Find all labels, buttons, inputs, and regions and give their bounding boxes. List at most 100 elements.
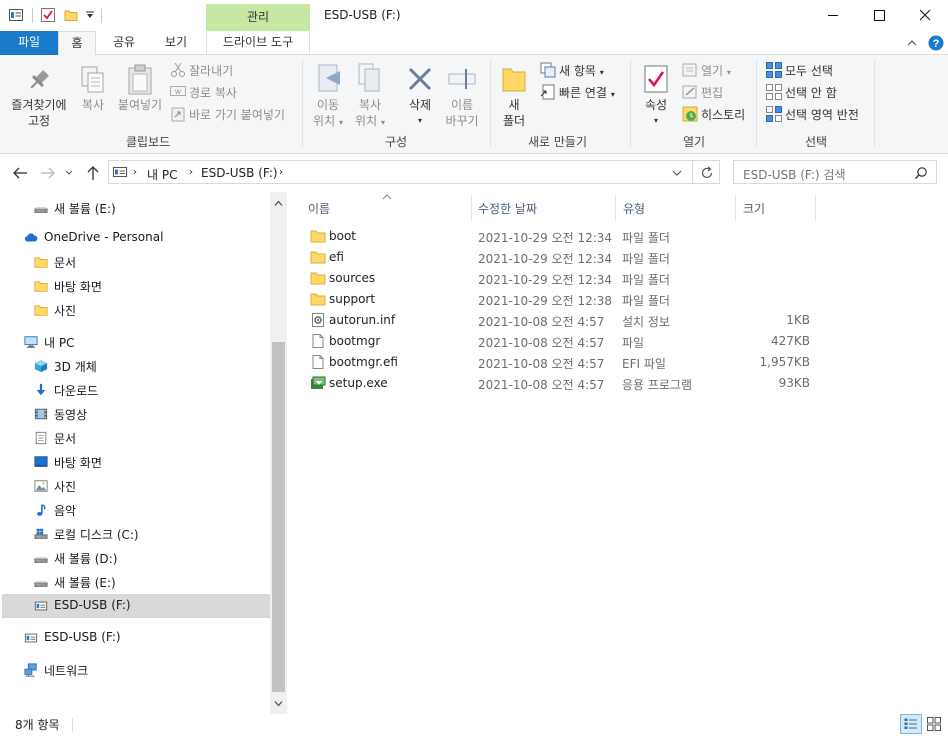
copy-to-button[interactable]: 복사 위치 ▾	[350, 97, 390, 131]
edit-button[interactable]: 편집	[701, 84, 723, 101]
tab-share[interactable]: 공유	[104, 31, 144, 55]
up-arrow-icon[interactable]	[86, 165, 100, 181]
properties-icon[interactable]	[9, 8, 23, 22]
open-button[interactable]: 열기 ▾	[701, 62, 731, 79]
history-icon	[682, 106, 698, 122]
nav-item[interactable]: 새 볼륨 (E:)	[2, 570, 270, 594]
column-divider[interactable]	[815, 196, 816, 220]
file-row[interactable]: bootmgr 2021-10-08 오전 4:57 파일 427KB	[305, 331, 815, 352]
nav-item[interactable]: 3D 개체	[2, 354, 270, 378]
scrollbar-thumb[interactable]	[272, 342, 285, 692]
move-label-line2: 위치 ▾	[313, 114, 343, 128]
dropdown-icon[interactable]	[85, 10, 95, 20]
refresh-button[interactable]	[692, 160, 720, 184]
nav-item[interactable]: 다운로드	[2, 378, 270, 402]
nav-item[interactable]: 사진	[2, 298, 270, 322]
nav-item[interactable]: ESD-USB (F:)	[2, 594, 270, 618]
tab-drive-tools[interactable]: 드라이브 도구	[206, 31, 310, 55]
tab-manage[interactable]: 관리	[206, 4, 310, 31]
nav-item[interactable]: ESD-USB (F:)	[2, 626, 270, 650]
details-view-button[interactable]	[900, 714, 922, 734]
file-row[interactable]: support 2021-10-29 오전 12:38 파일 폴더	[305, 289, 815, 310]
select-none-button[interactable]: 선택 안 함	[785, 84, 837, 101]
column-header-name[interactable]: 이름	[308, 200, 330, 217]
forward-arrow-icon[interactable]	[40, 166, 56, 180]
nav-scrollbar[interactable]	[270, 192, 287, 714]
nav-item[interactable]: OneDrive - Personal	[2, 226, 270, 250]
nav-item[interactable]: 바탕 화면	[2, 274, 270, 298]
file-row[interactable]: efi 2021-10-29 오전 12:34 파일 폴더	[305, 247, 815, 268]
chevron-down-icon[interactable]	[671, 168, 683, 178]
maximize-button[interactable]	[856, 0, 902, 31]
pin-icon	[30, 70, 49, 89]
delete-button[interactable]: 삭제 ▾	[402, 97, 438, 129]
nav-item[interactable]: 로컬 디스크 (C:)	[2, 522, 270, 546]
breadcrumb-this-pc[interactable]: 내 PC	[147, 166, 177, 183]
nav-item[interactable]: 바탕 화면	[2, 450, 270, 474]
large-icons-view-button[interactable]	[924, 714, 944, 734]
help-icon[interactable]: ?	[928, 35, 944, 51]
recent-locations-icon[interactable]	[64, 168, 74, 178]
tab-home[interactable]: 홈	[58, 31, 96, 56]
file-row[interactable]: setup.exe 2021-10-08 오전 4:57 응용 프로그램 93KB	[305, 373, 815, 394]
nav-item[interactable]: 새 볼륨 (E:)	[2, 196, 270, 220]
column-divider[interactable]	[735, 196, 736, 220]
scroll-down-icon[interactable]	[274, 700, 283, 707]
file-row[interactable]: sources 2021-10-29 오전 12:34 파일 폴더	[305, 268, 815, 289]
column-divider[interactable]	[615, 196, 616, 220]
file-date: 2021-10-29 오전 12:34	[478, 231, 613, 245]
nav-item[interactable]: 문서	[2, 426, 270, 450]
select-all-button[interactable]: 모두 선택	[785, 62, 833, 79]
nav-item[interactable]: 내 PC	[2, 330, 270, 354]
file-row[interactable]: autorun.inf 2021-10-08 오전 4:57 설치 정보 1KB	[305, 310, 815, 331]
column-divider[interactable]	[471, 196, 472, 220]
minimize-button[interactable]	[810, 0, 856, 31]
nav-item[interactable]: 동영상	[2, 402, 270, 426]
new-item-button[interactable]: 새 항목 ▾	[559, 62, 604, 79]
column-header-type[interactable]: 유형	[623, 200, 645, 217]
cut-button[interactable]: 잘라내기	[189, 62, 233, 79]
file-date: 2021-10-29 오전 12:38	[478, 294, 613, 308]
nav-item-label: 바탕 화면	[54, 456, 102, 470]
file-row[interactable]: boot 2021-10-29 오전 12:34 파일 폴더	[305, 226, 815, 247]
cloud-icon	[24, 231, 38, 245]
nav-item[interactable]: 문서	[2, 250, 270, 274]
group-label-select: 선택	[805, 135, 828, 149]
history-button[interactable]: 히스토리	[701, 106, 745, 123]
column-header-date[interactable]: 수정한 날짜	[478, 200, 537, 217]
file-row[interactable]: bootmgr.efi 2021-10-08 오전 4:57 EFI 파일 1,957…	[305, 352, 815, 373]
folder-icon[interactable]	[64, 8, 78, 22]
paste-shortcut-button[interactable]: 바로 가기 붙여넣기	[189, 106, 285, 123]
chevron-up-icon[interactable]	[906, 38, 918, 48]
nav-item[interactable]: 음악	[2, 498, 270, 522]
nav-item[interactable]: 사진	[2, 474, 270, 498]
copy-path-button[interactable]: 경로 복사	[189, 84, 237, 101]
status-divider	[72, 718, 73, 732]
navigation-pane[interactable]: 새 볼륨 (E:) OneDrive - Personal 문서 바탕 화면 사진 내 P…	[0, 192, 287, 714]
file-type: 설치 정보	[622, 315, 670, 329]
checkmark-icon[interactable]	[41, 8, 55, 22]
easy-access-button[interactable]: 빠른 연결 ▾	[559, 84, 615, 101]
close-button[interactable]	[902, 0, 948, 31]
copy-button[interactable]: 복사	[76, 97, 110, 113]
tab-view[interactable]: 보기	[156, 31, 196, 55]
back-arrow-icon[interactable]	[12, 166, 28, 180]
breadcrumb-esd-usb[interactable]: ESD-USB (F:)	[201, 166, 278, 180]
paste-button[interactable]: 붙여넣기	[114, 97, 166, 113]
address-bar[interactable]: › 내 PC › ESD-USB (F:) ›	[108, 160, 693, 184]
scroll-up-icon[interactable]	[274, 200, 283, 207]
nav-item[interactable]: 네트워크	[2, 658, 270, 682]
move-to-button[interactable]: 이동 위치 ▾	[308, 97, 348, 131]
new-folder-label-line1: 새	[508, 98, 520, 112]
nav-item-label: 새 볼륨 (E:)	[54, 202, 116, 216]
rename-button[interactable]: 이름 바꾸기	[440, 97, 484, 129]
invert-selection-button[interactable]: 선택 영역 반전	[785, 106, 859, 123]
new-folder-button[interactable]: 새 폴더	[496, 97, 532, 129]
file-list[interactable]: 이름 수정한 날짜 유형 크기 boot 2021-10-29 오전 12:34 파…	[287, 192, 948, 714]
search-input[interactable]: ESD-USB (F:) 검색	[733, 160, 937, 184]
column-header-size[interactable]: 크기	[743, 200, 765, 217]
nav-item[interactable]: 새 볼륨 (D:)	[2, 546, 270, 570]
properties-button[interactable]: 속성 ▾	[636, 97, 676, 129]
pin-to-quick-access-button[interactable]: 즐겨찾기에 고정	[6, 97, 72, 129]
tab-file[interactable]: 파일	[0, 31, 58, 55]
